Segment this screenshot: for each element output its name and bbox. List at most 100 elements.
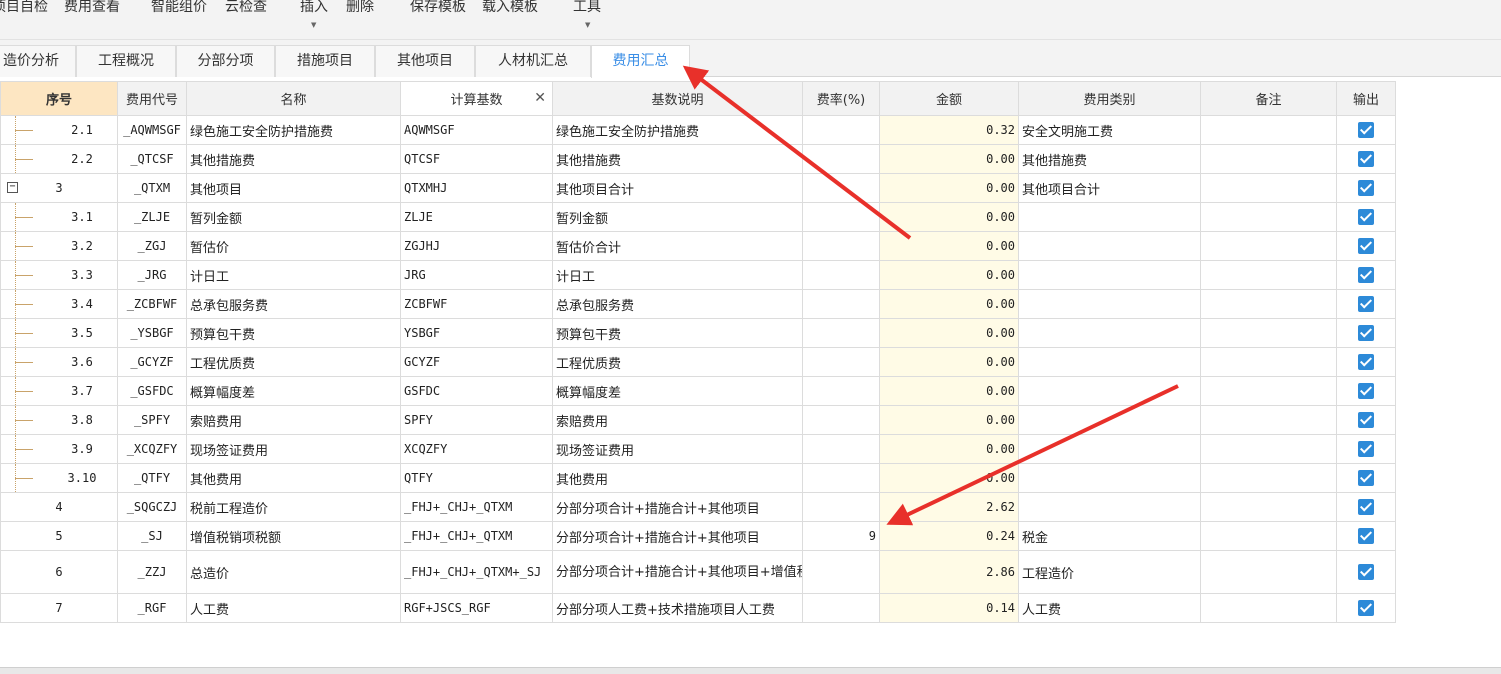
output-checkbox[interactable] — [1358, 267, 1374, 283]
cell-name[interactable]: 预算包干费 — [186, 318, 401, 348]
cell-rate[interactable] — [802, 463, 880, 493]
cell-calc-base[interactable]: ZLJE — [400, 202, 553, 232]
cell-name[interactable]: 绿色施工安全防护措施费 — [186, 115, 401, 145]
cell-base-desc[interactable]: 预算包干费 — [552, 318, 803, 348]
close-icon[interactable]: ✕ — [534, 90, 546, 106]
cell-calc-base[interactable]: AQWMSGF — [400, 115, 553, 145]
cell-rate[interactable] — [802, 593, 880, 623]
cell-output[interactable] — [1336, 347, 1396, 377]
cell-note[interactable] — [1200, 318, 1337, 348]
output-checkbox[interactable] — [1358, 180, 1374, 196]
cell-rate[interactable] — [802, 173, 880, 203]
cell-output[interactable] — [1336, 260, 1396, 290]
tab-cost-analysis[interactable]: 造价分析 — [0, 45, 76, 77]
cell-note[interactable] — [1200, 593, 1337, 623]
insert-button[interactable]: 插入 — [300, 0, 328, 17]
cell-rate[interactable] — [802, 347, 880, 377]
cell-seq[interactable]: 3.5 — [0, 318, 118, 348]
cell-seq[interactable]: 2.1 — [0, 115, 118, 145]
header-fee-category[interactable]: 费用类别 — [1018, 81, 1201, 116]
cell-base-desc[interactable]: 其他费用 — [552, 463, 803, 493]
cell-calc-base[interactable]: QTCSF — [400, 144, 553, 174]
cell-base-desc[interactable]: 现场签证费用 — [552, 434, 803, 464]
cell-calc-base[interactable]: ZGJHJ — [400, 231, 553, 261]
cell-calc-base[interactable]: YSBGF — [400, 318, 553, 348]
cell-seq[interactable]: 6 — [0, 550, 118, 594]
cell-rate[interactable] — [802, 260, 880, 290]
cell-seq[interactable]: −3 — [0, 173, 118, 203]
cell-fee-code[interactable]: _ZGJ — [117, 231, 187, 261]
cell-calc-base[interactable]: _FHJ+_CHJ+_QTXM — [400, 492, 553, 522]
cell-base-desc[interactable]: 分部分项合计+措施合计+其他项目 — [552, 521, 803, 551]
header-note[interactable]: 备注 — [1200, 81, 1337, 116]
cell-rate[interactable] — [802, 405, 880, 435]
cell-base-desc[interactable]: 计日工 — [552, 260, 803, 290]
cell-note[interactable] — [1200, 492, 1337, 522]
cell-fee-code[interactable]: _XCQZFY — [117, 434, 187, 464]
table-row[interactable]: 5 _SJ 增值税销项税额 _FHJ+_CHJ+_QTXM 分部分项合计+措施合计+其他… — [0, 521, 1396, 551]
cell-name[interactable]: 计日工 — [186, 260, 401, 290]
cell-output[interactable] — [1336, 405, 1396, 435]
table-row[interactable]: 3.2 _ZGJ 暂估价 ZGJHJ 暂估价合计 0.00 — [0, 231, 1396, 261]
cell-fee-category[interactable]: 其他措施费 — [1018, 144, 1201, 174]
cell-fee-category[interactable]: 税金 — [1018, 521, 1201, 551]
cell-base-desc[interactable]: 暂列金额 — [552, 202, 803, 232]
cell-fee-category[interactable]: 人工费 — [1018, 593, 1201, 623]
table-row[interactable]: 3.10 _QTFY 其他费用 QTFY 其他费用 0.00 — [0, 463, 1396, 493]
tab-project-overview[interactable]: 工程概况 — [76, 45, 176, 77]
cell-fee-category[interactable]: 工程造价 — [1018, 550, 1201, 594]
cell-name[interactable]: 其他费用 — [186, 463, 401, 493]
cell-fee-category[interactable] — [1018, 463, 1201, 493]
cell-name[interactable]: 增值税销项税额 — [186, 521, 401, 551]
cell-note[interactable] — [1200, 202, 1337, 232]
cell-calc-base[interactable]: JRG — [400, 260, 553, 290]
header-seq[interactable]: 序号 — [0, 81, 118, 116]
header-rate[interactable]: 费率(%) — [802, 81, 880, 116]
cell-output[interactable] — [1336, 289, 1396, 319]
cell-calc-base[interactable]: RGF+JSCS_RGF — [400, 593, 553, 623]
header-name[interactable]: 名称 — [186, 81, 401, 116]
cell-seq[interactable]: 3.9 — [0, 434, 118, 464]
cell-fee-category[interactable] — [1018, 318, 1201, 348]
collapse-icon[interactable]: − — [7, 182, 18, 193]
cell-note[interactable] — [1200, 260, 1337, 290]
cell-fee-category[interactable] — [1018, 405, 1201, 435]
cell-fee-code[interactable]: _QTFY — [117, 463, 187, 493]
table-row[interactable]: 3.6 _GCYZF 工程优质费 GCYZF 工程优质费 0.00 — [0, 347, 1396, 377]
cell-fee-category[interactable] — [1018, 347, 1201, 377]
table-row[interactable]: 3.9 _XCQZFY 现场签证费用 XCQZFY 现场签证费用 0.00 — [0, 434, 1396, 464]
cell-name[interactable]: 税前工程造价 — [186, 492, 401, 522]
cell-fee-category[interactable] — [1018, 260, 1201, 290]
table-row[interactable]: 7 _RGF 人工费 RGF+JSCS_RGF 分部分项人工费+技术措施项目人工费 0.1… — [0, 593, 1396, 623]
cell-output[interactable] — [1336, 231, 1396, 261]
cell-seq[interactable]: 3.10 — [0, 463, 118, 493]
cell-calc-base[interactable]: ZCBFWF — [400, 289, 553, 319]
cell-note[interactable] — [1200, 550, 1337, 594]
table-row[interactable]: 3.7 _GSFDC 概算幅度差 GSFDC 概算幅度差 0.00 — [0, 376, 1396, 406]
output-checkbox[interactable] — [1358, 354, 1374, 370]
cell-output[interactable] — [1336, 434, 1396, 464]
cell-note[interactable] — [1200, 173, 1337, 203]
output-checkbox[interactable] — [1358, 441, 1374, 457]
cell-fee-code[interactable]: _SQGCZJ — [117, 492, 187, 522]
cell-calc-base[interactable]: SPFY — [400, 405, 553, 435]
cell-note[interactable] — [1200, 289, 1337, 319]
cell-fee-code[interactable]: _GSFDC — [117, 376, 187, 406]
output-checkbox[interactable] — [1358, 412, 1374, 428]
tab-sub-items[interactable]: 分部分项 — [176, 45, 275, 77]
cell-note[interactable] — [1200, 376, 1337, 406]
cell-output[interactable] — [1336, 463, 1396, 493]
cell-base-desc[interactable]: 总承包服务费 — [552, 289, 803, 319]
cell-calc-base[interactable]: GSFDC — [400, 376, 553, 406]
cell-base-desc[interactable]: 其他项目合计 — [552, 173, 803, 203]
cell-seq[interactable]: 3.2 — [0, 231, 118, 261]
smart-pricing-button[interactable]: 智能组价 — [151, 0, 207, 17]
cell-seq[interactable]: 7 — [0, 593, 118, 623]
output-checkbox[interactable] — [1358, 151, 1374, 167]
cell-fee-code[interactable]: _GCYZF — [117, 347, 187, 377]
tab-fee-summary[interactable]: 费用汇总 — [591, 45, 690, 78]
output-checkbox[interactable] — [1358, 528, 1374, 544]
table-row[interactable]: 2.1 _AQWMSGF 绿色施工安全防护措施费 AQWMSGF 绿色施工安全防护措施费… — [0, 115, 1396, 145]
save-template-button[interactable]: 保存模板 — [410, 0, 466, 17]
project-self-check-button[interactable]: 项目自检 — [0, 0, 48, 17]
